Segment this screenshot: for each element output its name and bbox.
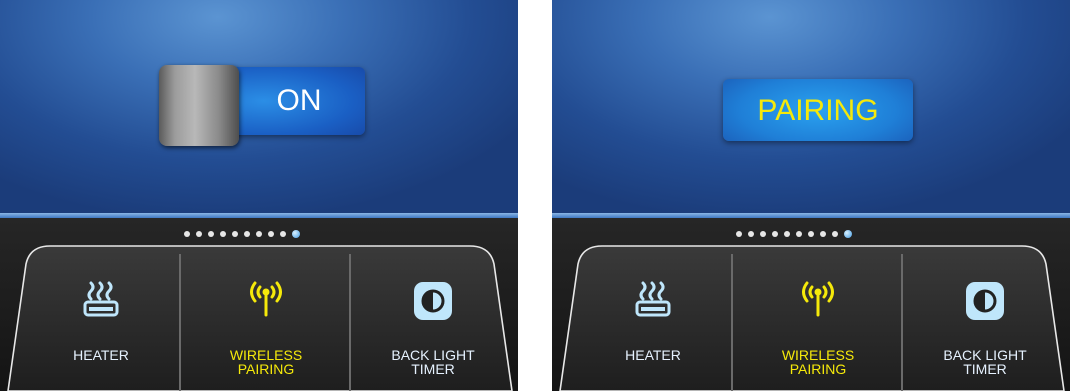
page-dot[interactable] [772,231,778,237]
label-line: PAIRING [237,361,295,377]
page-dot[interactable] [760,231,766,237]
menu-label-back-light-timer: BACK LIGHT TIMER [353,348,513,376]
page-dot[interactable] [220,231,226,237]
page-dot[interactable] [820,231,826,237]
page-dot[interactable] [208,231,214,237]
menu-item-wireless-pairing[interactable]: WIRELESS PAIRING [738,244,898,391]
heater-icon [635,281,671,317]
menu-item-heater[interactable]: HEATER [21,244,181,391]
menu-item-back-light-timer[interactable]: BACK LIGHT TIMER [353,244,513,391]
page-dot[interactable] [784,231,790,237]
page-dot[interactable] [256,231,262,237]
page-dot[interactable] [748,231,754,237]
page-dot[interactable] [232,231,238,237]
pairing-status-button[interactable]: PAIRING [723,79,913,141]
page-dot-active[interactable] [292,230,300,238]
contrast-icon [414,282,452,320]
page-dot[interactable] [280,231,286,237]
page-indicator [736,230,852,238]
right-panel: PAIRING HEATER WIRELESS PAIRING BACK LIG… [552,0,1070,391]
label-line: TIMER [963,361,1007,377]
page-dot[interactable] [808,231,814,237]
contrast-icon [966,282,1004,320]
toggle-label: ON [276,84,322,117]
menu-label-back-light-timer: BACK LIGHT TIMER [905,348,1065,376]
page-dot[interactable] [832,231,838,237]
toggle-knob[interactable] [159,65,239,146]
label-line: HEATER [73,347,129,363]
page-dot[interactable] [244,231,250,237]
label-line: PAIRING [789,361,847,377]
page-dot[interactable] [736,231,742,237]
wireless-antenna-icon [802,281,834,317]
menu-label-wireless-pairing: WIRELESS PAIRING [186,348,346,376]
menu-item-heater[interactable]: HEATER [573,244,733,391]
menu-label-heater: HEATER [21,348,181,362]
menu-label-heater: HEATER [573,348,733,362]
menu-label-wireless-pairing: WIRELESS PAIRING [738,348,898,376]
page-dot[interactable] [196,231,202,237]
wireless-antenna-icon [250,281,282,317]
heater-icon [83,281,119,317]
page-dot[interactable] [268,231,274,237]
page-dot[interactable] [796,231,802,237]
label-line: TIMER [411,361,455,377]
menu-item-back-light-timer[interactable]: BACK LIGHT TIMER [905,244,1065,391]
menu-item-wireless-pairing[interactable]: WIRELESS PAIRING [186,244,346,391]
page-dot-active[interactable] [844,230,852,238]
label-line: HEATER [625,347,681,363]
page-indicator [184,230,300,238]
page-dot[interactable] [184,231,190,237]
left-panel: ON HEATER WIRELESS PAIRING BACK LIGHT TI… [0,0,518,391]
